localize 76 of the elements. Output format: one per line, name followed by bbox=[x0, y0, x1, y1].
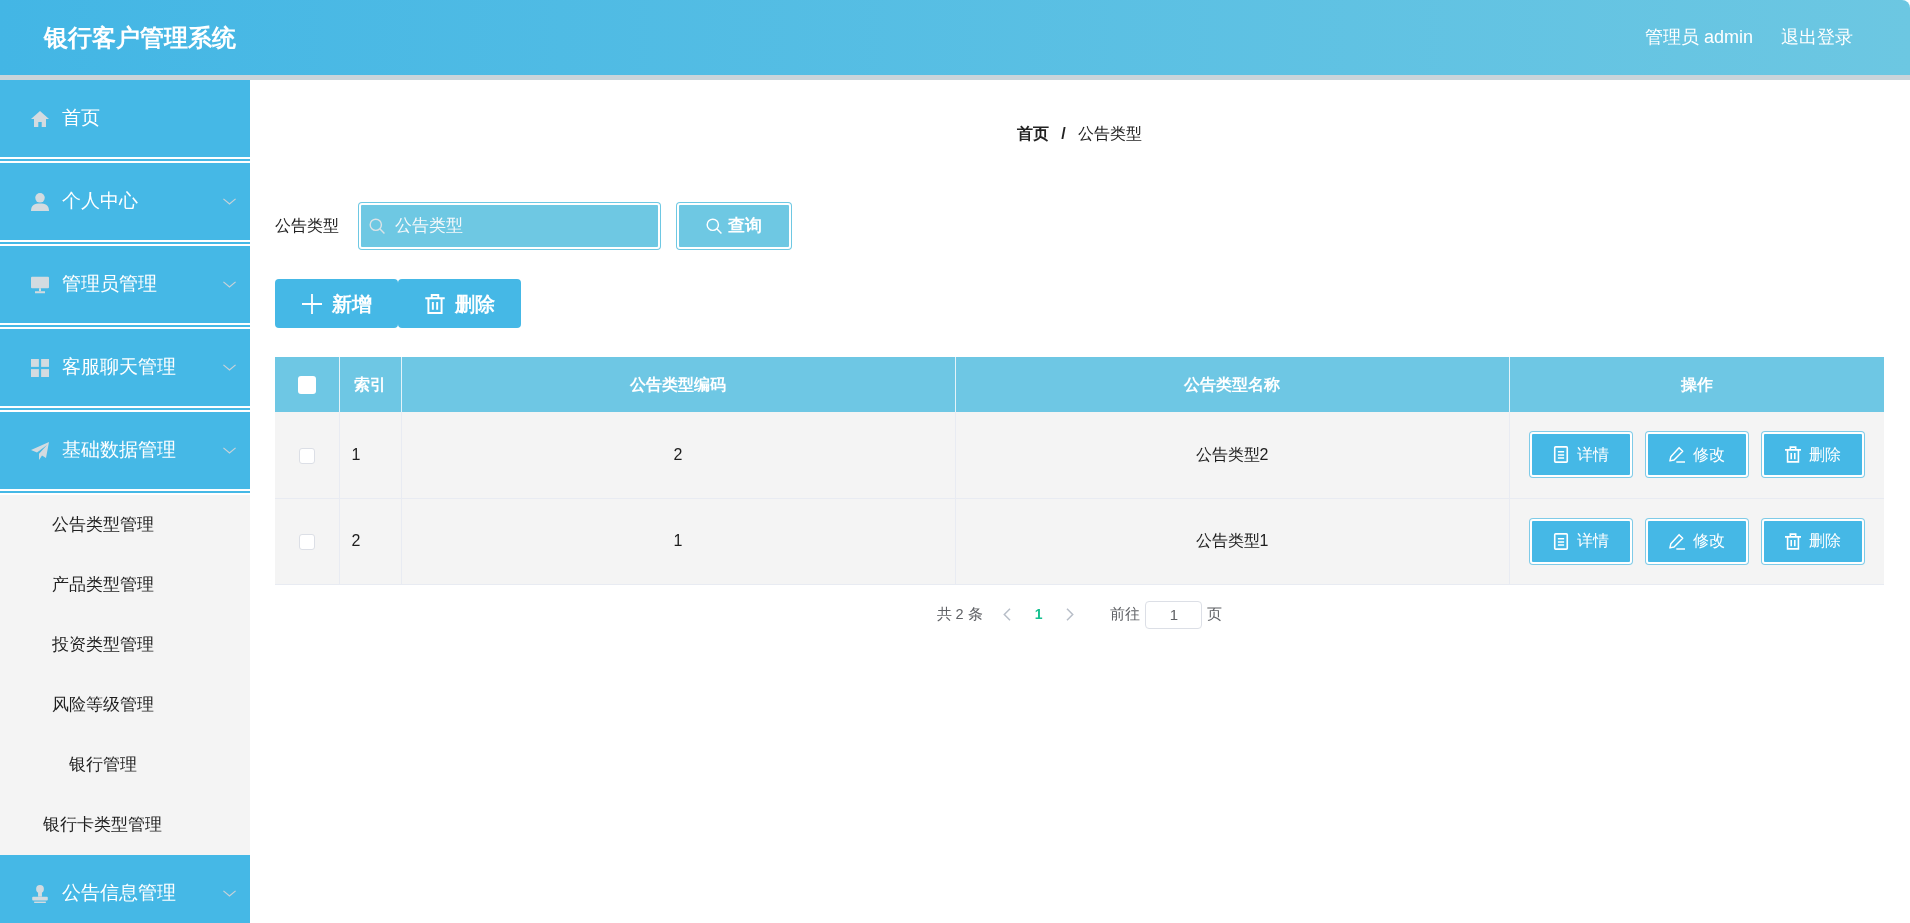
trash-icon bbox=[424, 293, 445, 314]
column-header: 公告类型编码 bbox=[401, 357, 955, 412]
pencil-icon bbox=[1668, 446, 1685, 464]
edit-button[interactable]: 修改 bbox=[1645, 518, 1748, 564]
paper-plane-icon bbox=[31, 441, 49, 460]
trash-icon bbox=[1784, 532, 1801, 550]
monitor-icon bbox=[31, 275, 49, 294]
add-button[interactable]: 新增 bbox=[275, 279, 398, 328]
table-cell: 1 bbox=[339, 412, 401, 498]
document-icon bbox=[1552, 532, 1569, 550]
table-cell: 公告类型2 bbox=[955, 412, 1509, 498]
chevron-down-icon bbox=[223, 447, 236, 454]
delete-button[interactable]: 删除 bbox=[1761, 518, 1864, 564]
row-checkbox[interactable] bbox=[298, 533, 315, 550]
submenu-item[interactable]: 投资类型管理 bbox=[0, 615, 250, 675]
goto-label: 前往 bbox=[1110, 604, 1141, 624]
sidebar-menu-item[interactable]: 客服聊天管理 bbox=[0, 329, 250, 412]
chevron-down-icon bbox=[223, 198, 236, 205]
breadcrumb-link[interactable]: 首页 bbox=[1017, 123, 1050, 145]
breadcrumb-separator: / bbox=[1061, 124, 1066, 144]
document-icon bbox=[1552, 446, 1569, 464]
submenu-item[interactable]: 银行管理 bbox=[0, 735, 250, 795]
plus-icon bbox=[301, 293, 322, 314]
search-field[interactable]: 公告类型 bbox=[359, 203, 660, 249]
column-header: 索引 bbox=[339, 357, 401, 412]
detail-button[interactable]: 详情 bbox=[1529, 432, 1632, 478]
sidebar-item-label: 基础数据管理 bbox=[62, 438, 176, 463]
sidebar-menu-item[interactable]: 基础数据管理 bbox=[0, 412, 250, 495]
logout-link[interactable]: 退出登录 bbox=[1781, 24, 1853, 51]
home-icon bbox=[31, 109, 49, 128]
table-cell: 2 bbox=[339, 498, 401, 584]
submenu-item[interactable]: 风险等级管理 bbox=[0, 675, 250, 735]
search-button[interactable]: 查询 bbox=[677, 203, 791, 249]
submenu-item[interactable]: 产品类型管理 bbox=[0, 555, 250, 615]
chevron-down-icon bbox=[223, 364, 236, 371]
table-cell: 2 bbox=[401, 412, 955, 498]
chevron-left-icon bbox=[1002, 608, 1011, 621]
breadcrumb-current: 公告类型 bbox=[1077, 124, 1142, 144]
admin-user-link[interactable]: 管理员 admin bbox=[1644, 24, 1753, 51]
chevron-down-icon bbox=[223, 890, 236, 897]
sidebar-item-label: 公告信息管理 bbox=[62, 881, 176, 906]
page-suffix: 页 bbox=[1207, 604, 1223, 624]
edit-button[interactable]: 修改 bbox=[1645, 432, 1748, 478]
submenu-item[interactable]: 公告类型管理 bbox=[0, 495, 250, 555]
page-number[interactable]: 1 bbox=[1034, 604, 1043, 625]
sidebar-item-label: 客服聊天管理 bbox=[62, 355, 176, 380]
total-count: 共 2 条 bbox=[936, 604, 983, 624]
search-icon bbox=[706, 218, 722, 234]
column-header: 操作 bbox=[1509, 357, 1884, 412]
submenu-item[interactable]: 银行卡类型管理 bbox=[0, 795, 250, 855]
table-cell: 1 bbox=[401, 498, 955, 584]
row-checkbox[interactable] bbox=[298, 447, 315, 464]
sidebar-item-label: 首页 bbox=[62, 106, 100, 131]
detail-button[interactable]: 详情 bbox=[1529, 518, 1632, 564]
page-input[interactable]: 1 bbox=[1145, 600, 1203, 629]
delete-button[interactable]: 删除 bbox=[398, 279, 521, 328]
select-all-checkbox[interactable] bbox=[297, 376, 316, 395]
chevron-down-icon bbox=[223, 281, 236, 288]
search-label: 公告类型 bbox=[275, 216, 339, 236]
sidebar-menu-item[interactable]: 首页 bbox=[0, 80, 250, 163]
chevron-right-icon bbox=[1066, 608, 1075, 621]
sidebar-menu-item[interactable]: 管理员管理 bbox=[0, 246, 250, 329]
sidebar-item-label: 个人中心 bbox=[62, 189, 138, 214]
search-icon bbox=[369, 218, 385, 234]
grid-icon bbox=[31, 358, 49, 377]
sidebar-menu-item[interactable]: 公告信息管理 bbox=[0, 855, 250, 923]
stamp-icon bbox=[31, 884, 49, 903]
app-title: 银行客户管理系统 bbox=[44, 22, 236, 53]
pencil-icon bbox=[1668, 532, 1685, 550]
table-cell: 公告类型1 bbox=[955, 498, 1509, 584]
user-icon bbox=[31, 192, 49, 211]
column-header: 公告类型名称 bbox=[955, 357, 1509, 412]
trash-icon bbox=[1784, 446, 1801, 464]
sidebar-menu-item[interactable]: 个人中心 bbox=[0, 163, 250, 246]
sidebar-item-label: 管理员管理 bbox=[62, 272, 157, 297]
delete-button[interactable]: 删除 bbox=[1761, 432, 1864, 478]
